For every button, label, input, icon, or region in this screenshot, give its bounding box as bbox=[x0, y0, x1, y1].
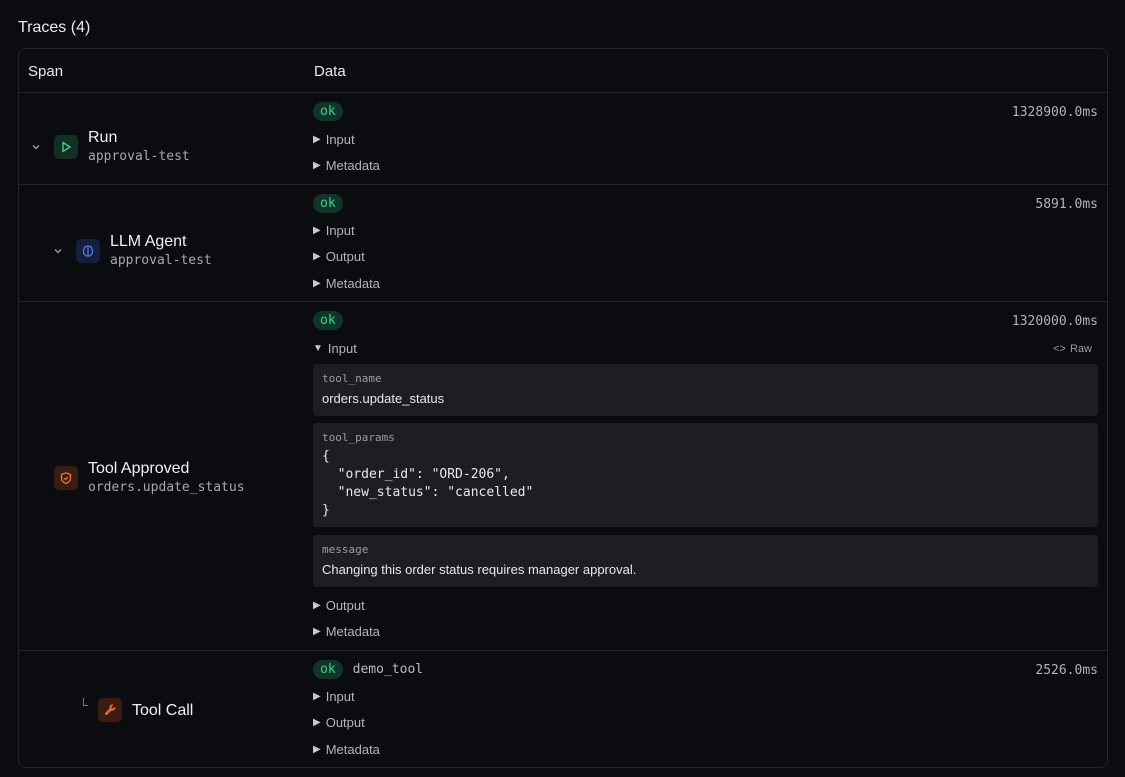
span-cell: Run approval-test bbox=[19, 93, 304, 184]
input-toggle[interactable]: ▼ Input bbox=[313, 341, 357, 356]
traces-table: Span Data Run approval-test ok 1328900.0… bbox=[18, 48, 1108, 768]
raw-button[interactable]: <> Raw bbox=[1053, 343, 1092, 355]
status-badge: ok bbox=[313, 311, 343, 330]
span-cell: LLM Agent approval-test bbox=[19, 185, 304, 301]
status-badge: ok bbox=[313, 102, 343, 121]
field-tool-params: tool_params { "order_id": "ORD-206", "ne… bbox=[313, 423, 1098, 527]
tool-label: demo_tool bbox=[352, 662, 424, 677]
triangle-right-icon: ▶ bbox=[313, 600, 321, 611]
input-toggle[interactable]: ▶ Input bbox=[313, 223, 355, 238]
column-data: Data bbox=[314, 63, 346, 80]
field-tool-name: tool_name orders.update_status bbox=[313, 364, 1098, 416]
code-line: { bbox=[322, 449, 330, 464]
triangle-right-icon: ▶ bbox=[313, 225, 321, 236]
output-toggle[interactable]: ▶ Output bbox=[313, 715, 365, 730]
triangle-right-icon: ▶ bbox=[313, 744, 321, 755]
input-toggle[interactable]: ▶ Input bbox=[313, 689, 355, 704]
traces-title: Traces (4) bbox=[18, 19, 91, 36]
span-cell: Tool Approved orders.update_status bbox=[19, 302, 304, 650]
triangle-right-icon: ▶ bbox=[313, 160, 321, 171]
field-value: orders.update_status bbox=[322, 391, 445, 406]
field-value: Changing this order status requires mana… bbox=[322, 562, 637, 577]
output-toggle[interactable]: ▶ Output bbox=[313, 598, 365, 613]
play-icon bbox=[54, 134, 78, 159]
trace-row-llm-agent[interactable]: LLM Agent approval-test ok 5891.0ms ▶ Inp… bbox=[19, 185, 1107, 302]
duration: 1320000.0ms bbox=[1011, 314, 1098, 329]
status-badge: ok bbox=[313, 194, 343, 213]
span-subtitle: orders.update_status bbox=[88, 480, 245, 495]
input-toggle[interactable]: ▶ Input bbox=[313, 132, 355, 147]
span-cell: └ Tool Call bbox=[19, 651, 304, 767]
trace-row-tool-call[interactable]: └ Tool Call ok demo_tool 2526.0ms ▶ Input… bbox=[19, 651, 1107, 767]
table-header: Span Data bbox=[19, 49, 1107, 93]
chevron-down-icon[interactable] bbox=[51, 244, 65, 258]
triangle-right-icon: ▶ bbox=[313, 626, 321, 637]
wrench-icon bbox=[98, 698, 122, 722]
span-subtitle: approval-test bbox=[110, 253, 212, 268]
chevron-down-icon[interactable] bbox=[29, 140, 43, 154]
output-toggle[interactable]: ▶ Output bbox=[313, 249, 365, 264]
trace-row-run[interactable]: Run approval-test ok 1328900.0ms ▶ Input … bbox=[19, 93, 1107, 185]
triangle-right-icon: ▶ bbox=[313, 134, 321, 145]
code-icon: <> bbox=[1053, 343, 1066, 355]
code-line: } bbox=[322, 503, 330, 518]
span-name: Tool Call bbox=[132, 701, 194, 719]
triangle-right-icon: ▶ bbox=[313, 278, 321, 289]
triangle-right-icon: ▶ bbox=[313, 691, 321, 702]
field-key: message bbox=[322, 543, 369, 556]
data-cell: ok 1320000.0ms ▼ Input <> Raw tool_name or… bbox=[313, 302, 1098, 651]
span-name: Run bbox=[88, 129, 118, 146]
span-name: LLM Agent bbox=[110, 233, 187, 250]
brain-icon bbox=[76, 238, 100, 263]
code-line: "new_status": "cancelled" bbox=[322, 485, 534, 500]
duration: 2526.0ms bbox=[1035, 663, 1098, 678]
triangle-right-icon: ▶ bbox=[313, 251, 321, 262]
field-key: tool_params bbox=[322, 431, 395, 444]
code-line: "order_id": "ORD-206", bbox=[322, 467, 510, 482]
duration: 1328900.0ms bbox=[1011, 105, 1098, 120]
status-badge: ok bbox=[313, 660, 343, 679]
tree-elbow-icon: └ bbox=[79, 698, 88, 712]
field-message: message Changing this order status requi… bbox=[313, 535, 1098, 587]
span-subtitle: approval-test bbox=[88, 149, 190, 164]
triangle-right-icon: ▶ bbox=[313, 717, 321, 728]
metadata-toggle[interactable]: ▶ Metadata bbox=[313, 742, 380, 757]
metadata-toggle[interactable]: ▶ Metadata bbox=[313, 276, 380, 291]
span-name: Tool Approved bbox=[88, 460, 190, 477]
shield-icon bbox=[54, 465, 78, 490]
metadata-toggle[interactable]: ▶ Metadata bbox=[313, 624, 380, 639]
triangle-down-icon: ▼ bbox=[313, 343, 323, 354]
duration: 5891.0ms bbox=[1035, 197, 1098, 212]
field-key: tool_name bbox=[322, 372, 382, 385]
trace-row-tool-approved[interactable]: Tool Approved orders.update_status ok 13… bbox=[19, 302, 1107, 651]
column-span: Span bbox=[28, 63, 64, 80]
metadata-toggle[interactable]: ▶ Metadata bbox=[313, 158, 380, 173]
